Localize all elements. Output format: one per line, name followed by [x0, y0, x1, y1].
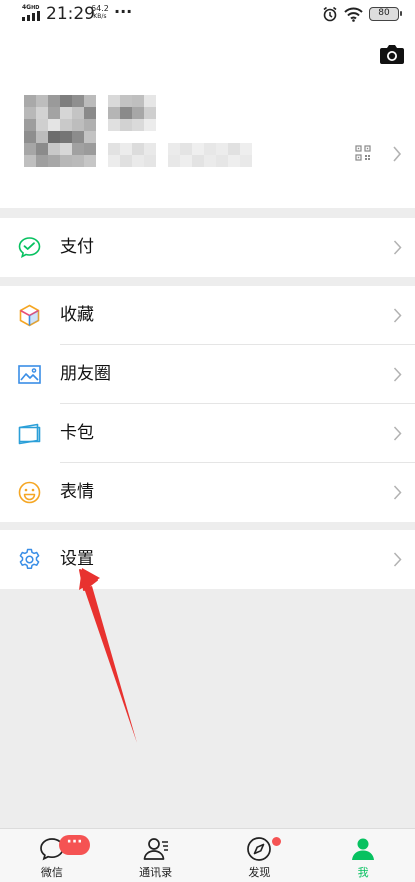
- menu-item-favorites[interactable]: 收藏: [0, 286, 415, 345]
- wechat-id-blurred: [108, 143, 252, 167]
- bottom-tab-bar: 微信 通讯录 发现 我 ···: [0, 828, 415, 882]
- camera-icon[interactable]: [380, 44, 404, 66]
- person-icon: [352, 838, 375, 860]
- menu-label-pay: 支付: [60, 237, 94, 257]
- wechat-pay-icon: [18, 237, 41, 259]
- status-bar: 4GHD 21:29 64.2 KB/s ··· 80: [0, 0, 415, 28]
- menu-label-cards: 卡包: [60, 423, 94, 443]
- menu-item-pay[interactable]: 支付: [0, 218, 415, 277]
- chevron-right-icon: [393, 240, 402, 255]
- chats-unread-badge: ···: [59, 835, 90, 855]
- tab-label-chats: 微信: [40, 866, 63, 879]
- menu-label-favorites: 收藏: [60, 305, 94, 325]
- chevron-right-icon: [393, 552, 402, 567]
- chevron-right-icon: [393, 308, 402, 323]
- battery-indicator: 80: [369, 7, 402, 21]
- chevron-right-icon: [393, 367, 402, 382]
- compass-icon: [247, 837, 272, 861]
- favorites-cube-icon: [19, 304, 40, 327]
- menu-label-settings: 设置: [60, 549, 94, 569]
- profile-header[interactable]: [0, 28, 415, 208]
- tab-contacts[interactable]: 通讯录: [104, 829, 208, 882]
- menu-item-settings[interactable]: 设置: [0, 530, 415, 589]
- status-right: 80: [322, 5, 402, 23]
- alarm-icon: [323, 6, 337, 22]
- card-wallet-icon: [18, 423, 41, 445]
- wifi-icon: [344, 7, 363, 22]
- menu-group-pay: 支付: [0, 218, 415, 277]
- nickname-blurred: [108, 95, 156, 131]
- clock: 21:29: [46, 4, 95, 24]
- smiley-icon: [18, 481, 41, 504]
- chevron-right-icon: [393, 146, 402, 162]
- tab-chats[interactable]: 微信: [0, 829, 104, 882]
- menu-group-main: 收藏 朋友圈 卡包 表情: [0, 286, 415, 522]
- moments-photo-icon: [18, 365, 41, 384]
- chevron-right-icon: [393, 426, 402, 441]
- menu-group-settings: 设置: [0, 530, 415, 589]
- chevron-right-icon: [393, 485, 402, 500]
- signal-icon: [22, 11, 40, 21]
- discover-red-dot: [272, 837, 281, 846]
- gear-icon: [19, 548, 40, 569]
- more-notifications: ···: [114, 2, 133, 21]
- tab-me[interactable]: 我: [311, 829, 415, 882]
- menu-item-stickers[interactable]: 表情: [0, 463, 415, 522]
- tab-label-discover: 发现: [248, 866, 271, 879]
- contacts-icon: [143, 838, 168, 860]
- qr-code-icon[interactable]: [355, 145, 371, 161]
- menu-label-stickers: 表情: [60, 482, 94, 502]
- menu-item-cards[interactable]: 卡包: [0, 404, 415, 463]
- tab-label-me: 我: [357, 866, 369, 879]
- tab-discover[interactable]: 发现: [208, 829, 312, 882]
- menu-item-moments[interactable]: 朋友圈: [0, 345, 415, 404]
- network-speed: 64.2 KB/s: [91, 4, 109, 21]
- tab-label-contacts: 通讯录: [139, 866, 173, 879]
- avatar[interactable]: [24, 95, 96, 167]
- menu-label-moments: 朋友圈: [60, 364, 111, 384]
